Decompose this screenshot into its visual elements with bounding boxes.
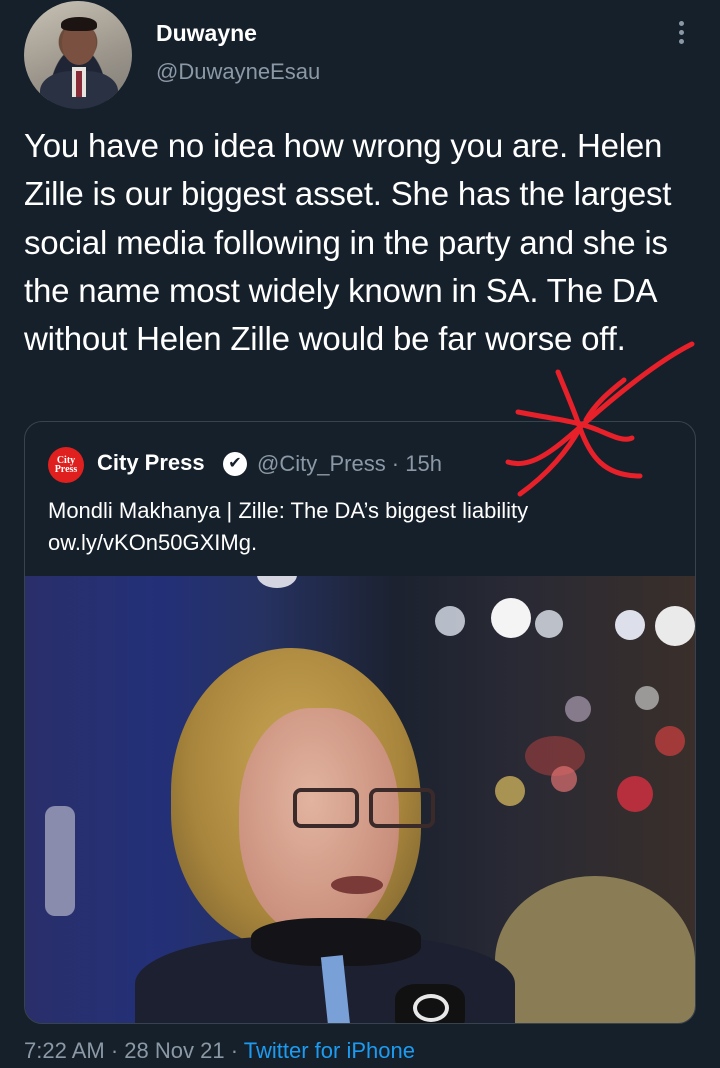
author-handle[interactable]: @DuwayneEsau xyxy=(156,59,320,85)
tweet-footer: 7:22 AM · 28 Nov 21 · Twitter for iPhone xyxy=(24,1038,415,1064)
tweet-header: Duwayne @DuwayneEsau xyxy=(0,0,720,110)
tweet-text: You have no idea how wrong you are. Hele… xyxy=(24,127,672,358)
author-avatar[interactable] xyxy=(24,1,132,109)
city-press-logo: City Press xyxy=(48,447,84,483)
author-display-name[interactable]: Duwayne xyxy=(156,20,257,47)
footer-separator: · xyxy=(230,1038,239,1063)
quoted-tweet-photo[interactable] xyxy=(25,576,695,1023)
footer-separator: · xyxy=(110,1038,119,1063)
tweet-source-link[interactable]: Twitter for iPhone xyxy=(244,1038,415,1063)
verified-badge-icon: ✔ xyxy=(223,452,247,476)
more-options-icon[interactable] xyxy=(670,16,692,48)
quoted-tweet-card[interactable]: City Press City Press ✔ @City_Press · 15… xyxy=(24,421,696,1024)
tweet-time: 7:22 AM xyxy=(24,1038,105,1063)
tweet-date: 28 Nov 21 xyxy=(124,1038,225,1063)
quoted-handle-and-time: @City_Press · 15h xyxy=(257,451,442,476)
quoted-author-name: City Press xyxy=(97,450,205,475)
quoted-tweet-text: Mondli Makhanya | Zille: The DA’s bigges… xyxy=(48,498,529,555)
